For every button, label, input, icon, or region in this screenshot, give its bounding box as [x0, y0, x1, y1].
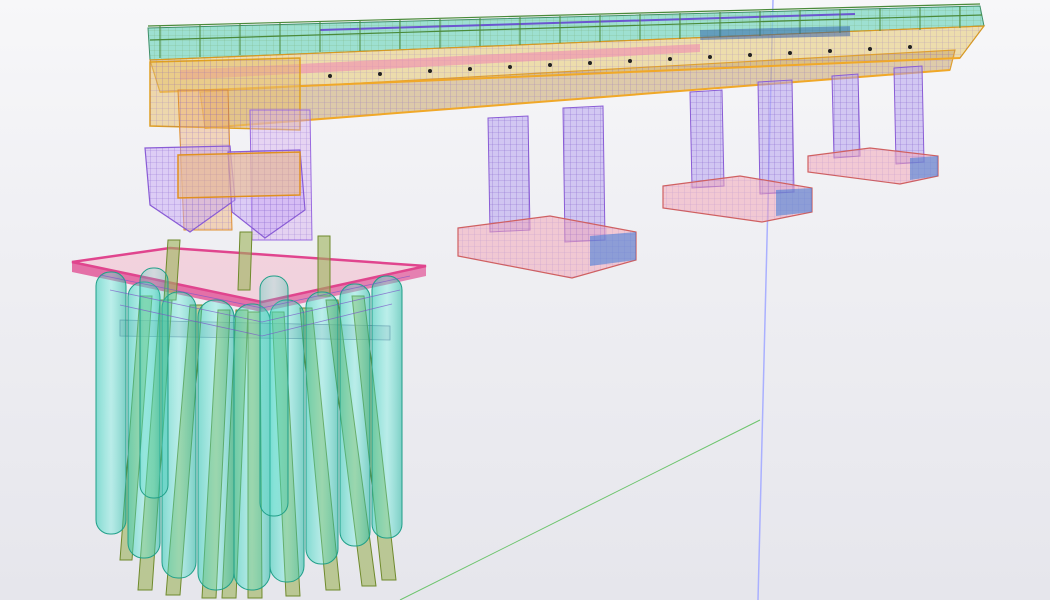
pier-3[interactable]: [807, 65, 939, 185]
grid-line-ground: [399, 419, 761, 600]
pier-1[interactable]: [457, 105, 637, 279]
pier-2[interactable]: [662, 79, 813, 223]
bridge-3d-model[interactable]: [0, 0, 1050, 600]
abutment[interactable]: [144, 57, 313, 241]
model-viewport[interactable]: [0, 0, 1050, 600]
casing-piles: [95, 267, 403, 591]
